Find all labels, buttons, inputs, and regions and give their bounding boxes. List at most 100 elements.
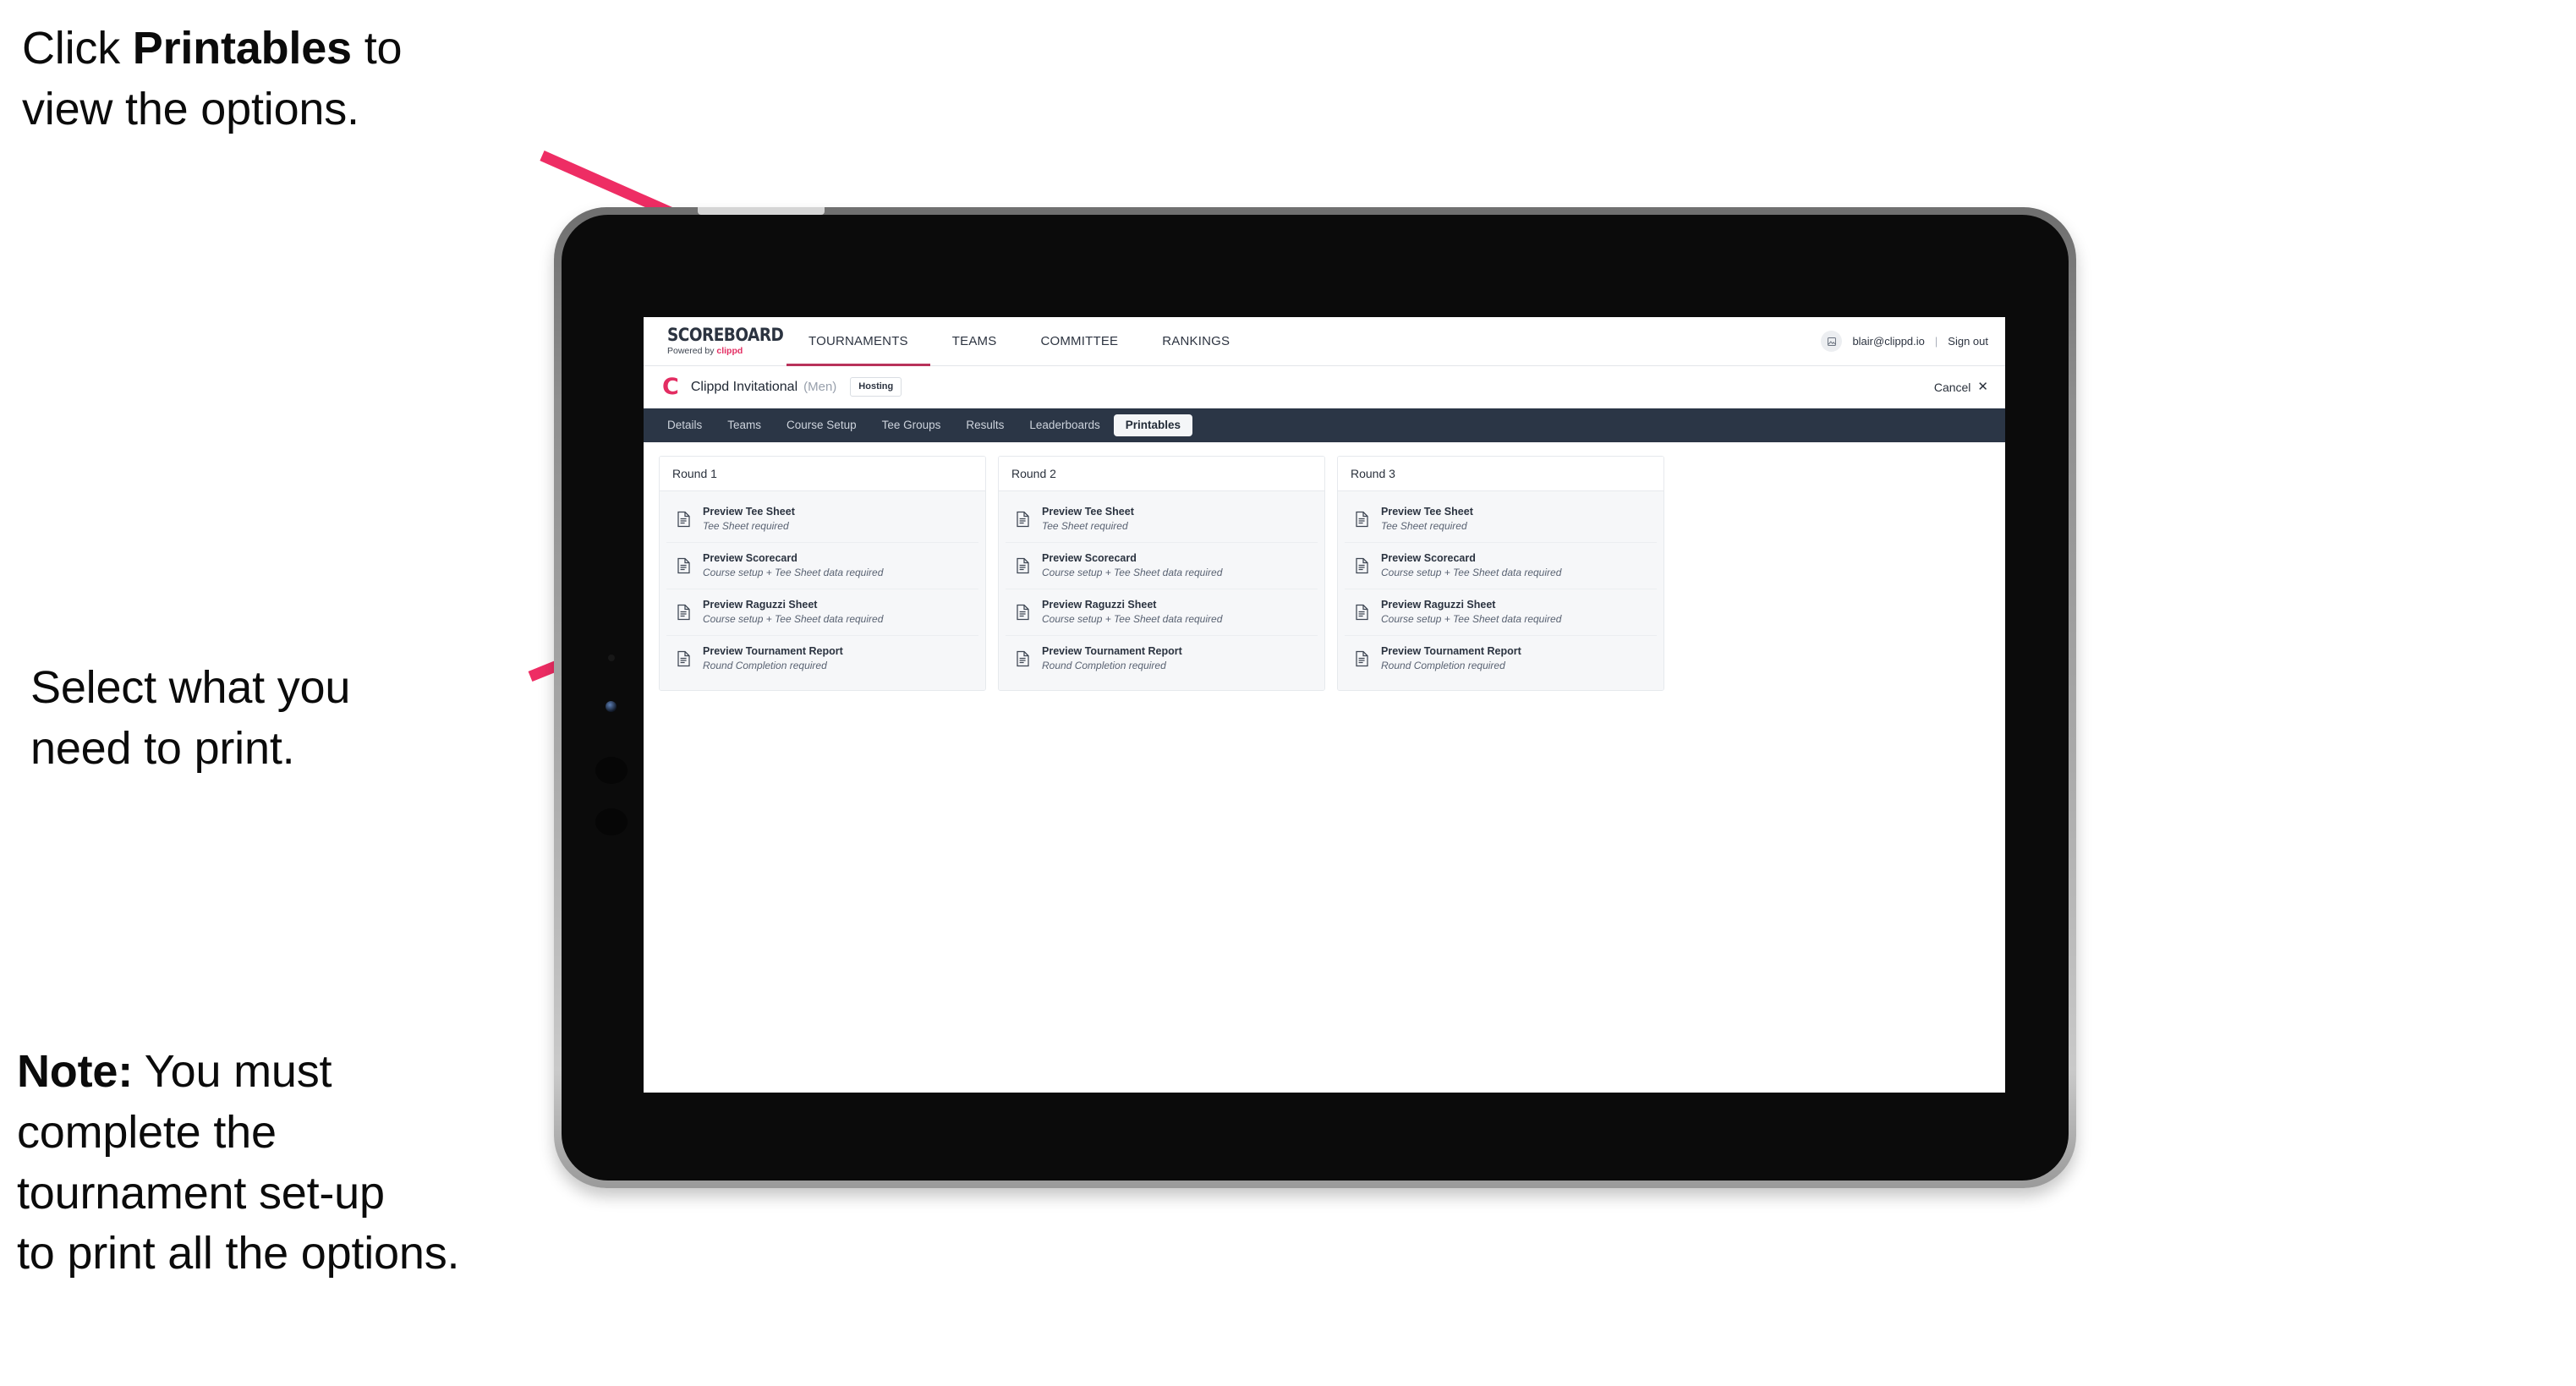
tab-printables[interactable]: Printables <box>1113 414 1193 436</box>
sign-out-link[interactable]: Sign out <box>1948 335 1988 348</box>
printable-item-tournament-report[interactable]: Preview Tournament Report Round Completi… <box>1345 636 1657 682</box>
printable-title: Preview Tournament Report <box>1042 644 1182 657</box>
printable-item-scorecard[interactable]: Preview Scorecard Course setup + Tee She… <box>666 543 978 589</box>
app-top-bar: SCOREBOARD Powered by clippd TOURNAMENTS… <box>644 317 2005 366</box>
cancel-button[interactable]: Cancel ✕ <box>1934 381 1988 394</box>
tablet-bezel: SCOREBOARD Powered by clippd TOURNAMENTS… <box>562 215 2069 1181</box>
printable-subtitle: Course setup + Tee Sheet data required <box>1381 566 1562 578</box>
document-icon <box>677 650 691 667</box>
brand-logo[interactable]: SCOREBOARD Powered by clippd <box>644 317 784 365</box>
printable-subtitle: Tee Sheet required <box>1381 519 1467 532</box>
printable-item-tee-sheet[interactable]: Preview Tee Sheet Tee Sheet required <box>1006 496 1318 543</box>
tournament-header: C Clippd Invitational (Men) Hosting Canc… <box>644 366 2005 408</box>
printable-title: Preview Raguzzi Sheet <box>703 598 818 611</box>
printable-item-tee-sheet[interactable]: Preview Tee Sheet Tee Sheet required <box>666 496 978 543</box>
callout-text-click-printables: Click Printables to view the options. <box>22 23 403 134</box>
front-camera-icon <box>606 701 617 712</box>
round-column-2: Round 2 Preview Tee Sheet Tee Sheet requ… <box>998 456 1325 691</box>
printable-title: Preview Tee Sheet <box>1042 506 1134 518</box>
printable-title: Preview Scorecard <box>1042 551 1137 564</box>
printable-item-raguzzi-sheet[interactable]: Preview Raguzzi Sheet Course setup + Tee… <box>666 589 978 636</box>
document-icon <box>1016 511 1030 528</box>
document-icon <box>1355 650 1369 667</box>
volume-up-button[interactable] <box>595 757 628 784</box>
close-icon: ✕ <box>1977 380 1988 394</box>
printable-title: Preview Tournament Report <box>1381 644 1521 657</box>
nav-item-committee[interactable]: COMMITTEE <box>1018 317 1140 365</box>
document-icon <box>1355 511 1369 528</box>
account-area: blair@clippd.io | Sign out <box>1821 317 2005 365</box>
tournament-name: Clippd Invitational <box>690 379 798 394</box>
printable-subtitle: Tee Sheet required <box>1042 519 1128 532</box>
round-column-1: Round 1 Preview Tee Sheet Tee Sheet requ… <box>659 456 986 691</box>
printables-content: Round 1 Preview Tee Sheet Tee Sheet requ… <box>644 442 2005 1093</box>
printable-item-raguzzi-sheet[interactable]: Preview Raguzzi Sheet Course setup + Tee… <box>1006 589 1318 636</box>
round-items: Preview Tee Sheet Tee Sheet required Pre… <box>660 491 985 690</box>
printable-subtitle: Round Completion required <box>1381 659 1505 671</box>
main-navigation: TOURNAMENTS TEAMS COMMITTEE RANKINGS <box>787 317 1252 366</box>
printable-title: Preview Scorecard <box>703 551 797 564</box>
printable-subtitle: Round Completion required <box>703 659 827 671</box>
tab-leaderboards[interactable]: Leaderboards <box>1017 414 1111 436</box>
tablet-antenna-strip <box>698 207 825 215</box>
tab-tee-groups[interactable]: Tee Groups <box>870 414 953 436</box>
brand-clippd: clippd <box>716 346 743 357</box>
document-icon <box>1355 557 1369 574</box>
nav-item-tournaments[interactable]: TOURNAMENTS <box>787 317 930 366</box>
document-icon <box>1016 650 1030 667</box>
brand-powered-by: Powered by <box>667 346 717 357</box>
tab-details[interactable]: Details <box>655 414 714 436</box>
tab-teams[interactable]: Teams <box>715 414 773 436</box>
user-email: blair@clippd.io <box>1852 335 1925 348</box>
nav-item-teams[interactable]: TEAMS <box>930 317 1019 365</box>
printable-subtitle: Course setup + Tee Sheet data required <box>1381 612 1562 625</box>
printable-item-raguzzi-sheet[interactable]: Preview Raguzzi Sheet Course setup + Tee… <box>1345 589 1657 636</box>
account-separator: | <box>1934 335 1938 348</box>
document-icon <box>1016 557 1030 574</box>
printable-title: Preview Raguzzi Sheet <box>1381 598 1496 611</box>
document-icon <box>677 557 691 574</box>
printable-item-scorecard[interactable]: Preview Scorecard Course setup + Tee She… <box>1345 543 1657 589</box>
document-icon <box>1016 604 1030 621</box>
brand-title: SCOREBOARD <box>667 325 784 346</box>
printable-item-tournament-report[interactable]: Preview Tournament Report Round Completi… <box>1006 636 1318 682</box>
tab-results[interactable]: Results <box>954 414 1016 436</box>
round-column-3: Round 3 Preview Tee Sheet Tee Sheet requ… <box>1337 456 1664 691</box>
app-screen: SCOREBOARD Powered by clippd TOURNAMENTS… <box>644 317 2005 1093</box>
round-title: Round 3 <box>1338 457 1663 491</box>
cancel-label: Cancel <box>1933 380 1971 394</box>
tab-course-setup[interactable]: Course Setup <box>775 414 869 436</box>
printable-subtitle: Course setup + Tee Sheet data required <box>703 612 884 625</box>
tablet-device: SCOREBOARD Powered by clippd TOURNAMENTS… <box>554 207 2076 1188</box>
avatar[interactable] <box>1821 331 1843 352</box>
printable-subtitle: Course setup + Tee Sheet data required <box>1042 566 1223 578</box>
tournament-gender: (Men) <box>803 380 837 394</box>
printable-subtitle: Course setup + Tee Sheet data required <box>1042 612 1223 625</box>
tournament-tab-bar: Details Teams Course Setup Tee Groups Re… <box>644 408 2005 442</box>
round-items: Preview Tee Sheet Tee Sheet required Pre… <box>1338 491 1663 690</box>
printable-title: Preview Tournament Report <box>703 644 843 657</box>
printable-subtitle: Round Completion required <box>1042 659 1166 671</box>
printable-item-tournament-report[interactable]: Preview Tournament Report Round Completi… <box>666 636 978 682</box>
document-icon <box>677 604 691 621</box>
printable-title: Preview Tee Sheet <box>703 506 795 518</box>
page-root: Click Printables to view the options. Se… <box>0 0 2576 1386</box>
printable-item-scorecard[interactable]: Preview Scorecard Course setup + Tee She… <box>1006 543 1318 589</box>
printable-title: Preview Scorecard <box>1381 551 1476 564</box>
printable-subtitle: Course setup + Tee Sheet data required <box>703 566 884 578</box>
nav-item-rankings[interactable]: RANKINGS <box>1140 317 1252 365</box>
rounds-container: Round 1 Preview Tee Sheet Tee Sheet requ… <box>659 456 1990 691</box>
brand-subtitle: Powered by clippd <box>667 347 775 356</box>
document-icon <box>677 511 691 528</box>
callout-text-select-print: Select what you need to print. <box>30 662 351 774</box>
status-badge: Hosting <box>850 377 902 397</box>
sensor-dot-icon <box>608 655 615 661</box>
printable-subtitle: Tee Sheet required <box>703 519 789 532</box>
round-items: Preview Tee Sheet Tee Sheet required Pre… <box>999 491 1324 690</box>
printable-item-tee-sheet[interactable]: Preview Tee Sheet Tee Sheet required <box>1345 496 1657 543</box>
volume-down-button[interactable] <box>595 808 628 835</box>
clippd-logo-icon: C <box>662 374 679 400</box>
round-title: Round 1 <box>660 457 985 491</box>
round-title: Round 2 <box>999 457 1324 491</box>
printable-title: Preview Raguzzi Sheet <box>1042 598 1157 611</box>
